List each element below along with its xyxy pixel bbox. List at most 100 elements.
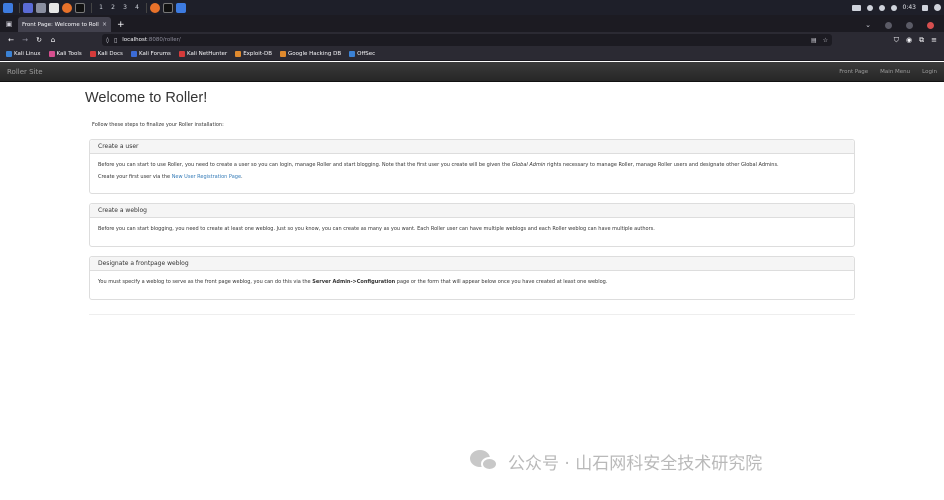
clock[interactable]: 0:43 xyxy=(903,4,916,11)
bookmark-star-icon[interactable]: ☆ xyxy=(823,37,828,44)
terminal-window-icon[interactable] xyxy=(23,2,33,13)
panel-paragraph: Create your first user via the New User … xyxy=(98,174,846,181)
bookmark-kali-tools[interactable]: Kali Tools xyxy=(48,51,82,57)
tab-list-icon[interactable]: ▣ xyxy=(2,17,16,31)
tab-front-page[interactable]: Front Page: Welcome to Roll × xyxy=(18,17,111,32)
exploit-db-icon xyxy=(235,51,242,57)
file-manager-icon[interactable] xyxy=(36,2,46,13)
chevron-down-icon[interactable]: ⌄ xyxy=(865,21,871,29)
intro-text: Follow these steps to finalize your Roll… xyxy=(92,122,224,128)
panel-paragraph: You must specify a weblog to serve as th… xyxy=(98,279,846,286)
bookmark-label: Exploit-DB xyxy=(243,51,272,57)
workspace-2[interactable]: 2 xyxy=(107,4,119,11)
bookmark-kali-docs[interactable]: Kali Docs xyxy=(89,51,123,57)
bookmark-label: Kali Tools xyxy=(56,51,82,57)
bookmark-label: Kali Forums xyxy=(138,51,171,57)
watermark: 公众号 · 山石网科安全技术研究院 xyxy=(470,447,762,475)
home-icon[interactable]: ⌂ xyxy=(46,36,60,44)
bookmark-label: Google Hacking DB xyxy=(287,51,342,57)
window-controls: ⌄ xyxy=(865,21,944,29)
firefox-launcher-icon[interactable] xyxy=(62,2,72,13)
terminal-launcher-icon[interactable] xyxy=(75,2,85,13)
network-icon[interactable] xyxy=(890,4,897,11)
lock-icon[interactable] xyxy=(922,4,928,11)
display-icon[interactable] xyxy=(851,4,861,11)
panel-frontpage-weblog: Designate a frontpage weblog You must sp… xyxy=(89,256,855,300)
taskbar-separator xyxy=(146,2,147,13)
tab-title: Front Page: Welcome to Roll xyxy=(22,21,99,28)
bookmark-kali-forums[interactable]: Kali Forums xyxy=(130,51,171,57)
bookmark-label: Kali Linux xyxy=(14,51,41,57)
bookmark-label: Kali NetHunter xyxy=(186,51,228,57)
panel-heading: Designate a frontpage weblog xyxy=(90,257,854,271)
workspace-1[interactable]: 1 xyxy=(95,4,107,11)
url-bar[interactable]: ◊ ▯ localhost:8080/roller/ ▤ ☆ xyxy=(102,34,832,46)
terminal-window-icon[interactable] xyxy=(163,2,173,13)
pocket-icon[interactable]: ⛉ xyxy=(894,36,899,45)
bookmark-kali-linux[interactable]: Kali Linux xyxy=(6,51,41,57)
maximize-button[interactable] xyxy=(906,21,913,29)
nav-main-menu[interactable]: Main Menu xyxy=(880,69,910,75)
main-content: Welcome to Roller! Follow these steps to… xyxy=(85,82,855,315)
close-window-button[interactable] xyxy=(927,21,934,29)
kali-docs-icon xyxy=(89,51,96,57)
google-hacking-db-icon xyxy=(279,51,286,57)
bookmarks-toolbar: Kali Linux Kali Tools Kali Docs Kali For… xyxy=(0,48,944,61)
site-brand[interactable]: Roller Site xyxy=(7,68,43,76)
notifications-icon[interactable] xyxy=(878,4,885,11)
minimize-button[interactable] xyxy=(885,21,892,29)
panel-create-weblog: Create a weblog Before you can start blo… xyxy=(89,203,855,247)
nav-login[interactable]: Login xyxy=(922,69,937,75)
reload-icon[interactable]: ↻ xyxy=(32,36,46,44)
bookmark-label: OffSec xyxy=(357,51,376,57)
taskbar-separator xyxy=(91,2,92,13)
site-nav-links: Front Page Main Menu Login xyxy=(839,69,937,75)
text-span: rights necessary to manage Roller, manag… xyxy=(545,162,779,168)
forward-icon[interactable]: → xyxy=(18,36,32,44)
panel-paragraph: Before you can start to use Roller, you … xyxy=(98,162,846,169)
back-icon[interactable]: ← xyxy=(4,36,18,44)
watermark-text: 公众号 · 山石网科安全技术研究院 xyxy=(508,453,763,474)
page-info-icon[interactable]: ▯ xyxy=(114,37,117,44)
panel-heading: Create a user xyxy=(90,140,854,154)
bookmark-google-hacking-db[interactable]: Google Hacking DB xyxy=(279,51,342,57)
workspace-4[interactable]: 4 xyxy=(131,4,143,11)
kali-nethunter-icon xyxy=(178,51,185,57)
bookmark-offsec[interactable]: OffSec xyxy=(349,51,375,57)
url-actions: ▤ ☆ xyxy=(811,37,828,44)
new-user-registration-link[interactable]: New User Registration Page xyxy=(172,174,241,180)
workspace-3[interactable]: 3 xyxy=(119,4,131,11)
os-taskbar: 1 2 3 4 0:43 xyxy=(0,0,944,15)
folder-window-icon[interactable] xyxy=(176,2,186,13)
text-span: page or the form that will appear below … xyxy=(395,279,608,285)
panel-body: You must specify a weblog to serve as th… xyxy=(90,271,854,292)
volume-icon[interactable] xyxy=(866,4,873,11)
server-admin-config-text: Server Admin->Configuration xyxy=(312,279,396,285)
close-tab-icon[interactable]: × xyxy=(102,21,107,28)
firefox-window-icon[interactable] xyxy=(150,2,160,13)
wechat-icon xyxy=(470,447,500,475)
toolbar-actions: ⛉ ◉ ⧉ ≡ xyxy=(894,36,940,45)
taskbar-separator xyxy=(19,2,20,13)
bookmark-kali-nethunter[interactable]: Kali NetHunter xyxy=(178,51,228,57)
system-tray: 0:43 xyxy=(851,4,941,11)
menu-icon[interactable]: ≡ xyxy=(931,36,937,45)
browser-nav-bar: ← → ↻ ⌂ ◊ ▯ localhost:8080/roller/ ▤ ☆ ⛉… xyxy=(0,32,944,48)
text-span: Create your first user via the xyxy=(98,174,172,180)
shield-icon[interactable]: ◊ xyxy=(106,37,109,44)
power-icon[interactable] xyxy=(934,4,941,11)
panel-body: Before you can start to use Roller, you … xyxy=(90,154,854,187)
bookmark-exploit-db[interactable]: Exploit-DB xyxy=(235,51,272,57)
bookmark-label: Kali Docs xyxy=(97,51,123,57)
page-title: Welcome to Roller! xyxy=(85,90,208,106)
extensions-icon[interactable]: ⧉ xyxy=(919,36,924,45)
nav-front-page[interactable]: Front Page xyxy=(839,69,868,75)
new-tab-button[interactable]: + xyxy=(117,20,125,30)
kali-menu-icon[interactable] xyxy=(3,2,13,13)
text-span: You must specify a weblog to serve as th… xyxy=(98,279,313,285)
text-editor-icon[interactable] xyxy=(49,2,59,13)
browser-tab-strip: ▣ Front Page: Welcome to Roll × + ⌄ xyxy=(0,15,944,32)
reader-view-icon[interactable]: ▤ xyxy=(811,37,817,44)
account-icon[interactable]: ◉ xyxy=(906,36,912,45)
panel-create-user: Create a user Before you can start to us… xyxy=(89,139,855,194)
